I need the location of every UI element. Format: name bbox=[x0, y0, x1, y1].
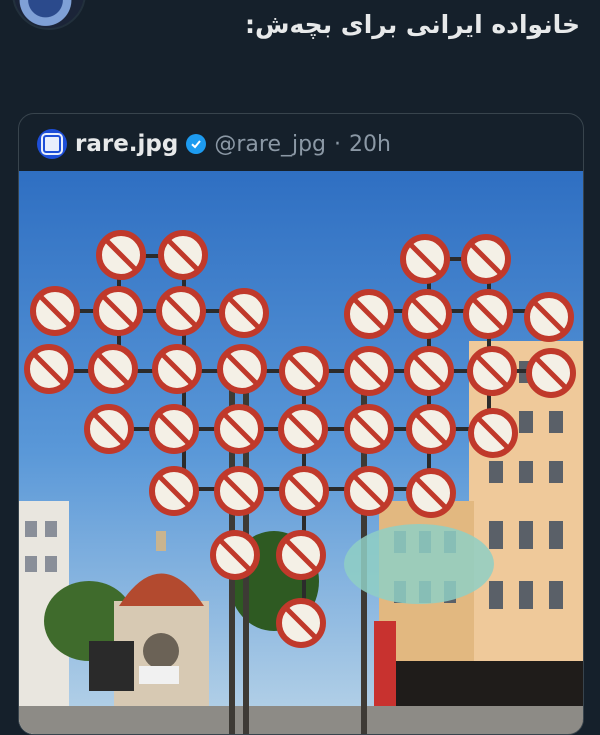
quoted-user-avatar[interactable] bbox=[37, 129, 67, 159]
tweet-text: خانواده ایرانی برای بچه‌ش: bbox=[245, 10, 580, 39]
user-avatar[interactable] bbox=[12, 0, 86, 30]
quoted-tweet-header: rare.jpg @rare_jpg · 20h bbox=[37, 128, 391, 160]
quoted-timestamp[interactable]: 20h bbox=[349, 132, 391, 157]
tweet-photo[interactable] bbox=[19, 171, 583, 734]
quoted-display-name[interactable]: rare.jpg bbox=[75, 131, 178, 157]
quoted-handle[interactable]: @rare_jpg bbox=[214, 132, 326, 157]
verified-badge-icon bbox=[186, 134, 207, 154]
quoted-tweet-card[interactable]: rare.jpg @rare_jpg · 20h bbox=[18, 113, 584, 735]
meta-separator: · bbox=[334, 131, 342, 157]
